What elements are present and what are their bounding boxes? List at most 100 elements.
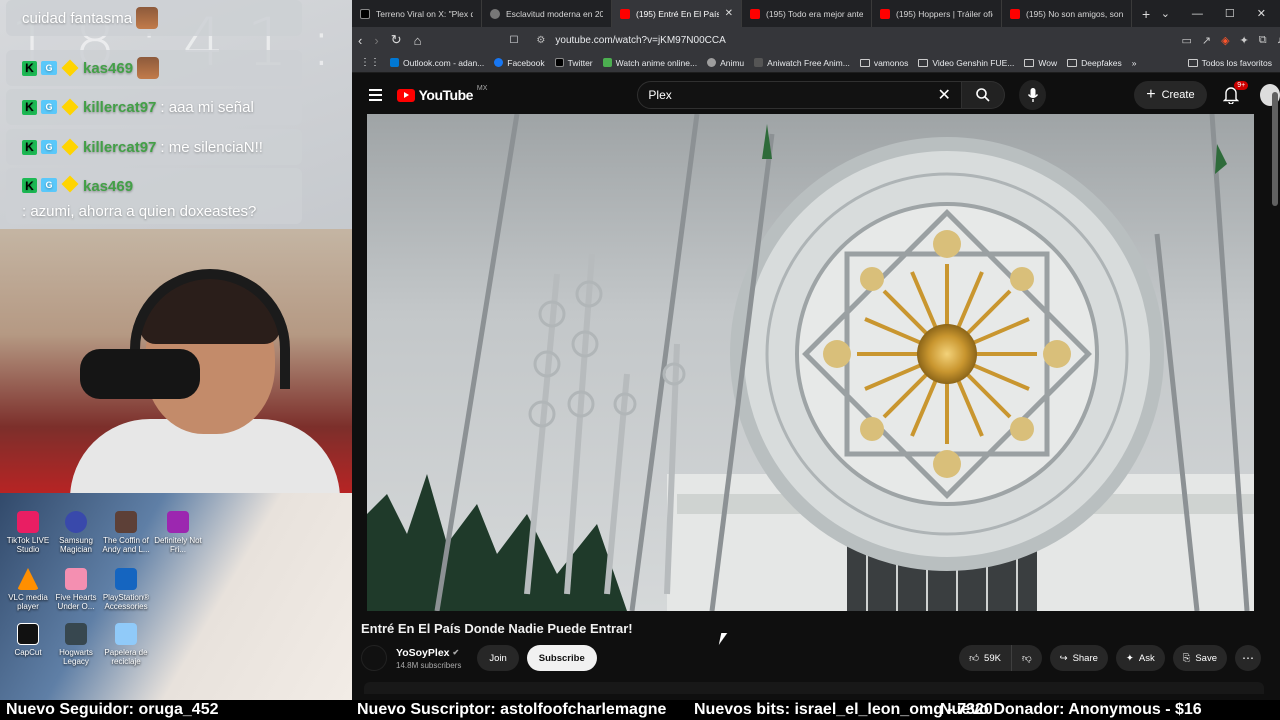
bookmark-item[interactable]: Animu [707, 58, 744, 68]
apps-grid-icon[interactable]: ⋮⋮ [360, 57, 380, 68]
site-info-icon[interactable]: ⚙ [536, 35, 545, 46]
kick-badge-icon: K [22, 178, 37, 193]
new-tab-icon[interactable]: + [1132, 0, 1160, 27]
bookmark-item[interactable]: Watch anime online... [602, 58, 697, 68]
youtube-logo[interactable]: YouTube MX [396, 85, 487, 103]
kick-badge-icon: K [22, 60, 37, 76]
aniwatch-icon [754, 58, 764, 67]
desktop-icon[interactable]: Definitely Not Fri... [150, 511, 206, 554]
browser-tab-active[interactable]: (195) Entré En El País ✕ [612, 0, 742, 27]
join-button[interactable]: Join [477, 645, 519, 671]
page-scrollbar[interactable] [1272, 92, 1278, 206]
bookmark-label: Todos los favoritos [1201, 57, 1272, 68]
music-icon[interactable]: ♫ [1277, 34, 1280, 47]
window-controls: ⌄ — ☐ ✕ [1161, 0, 1280, 27]
ask-button[interactable]: ✦ Ask [1115, 645, 1165, 671]
chat-text: : me silenciaN!! [160, 138, 263, 156]
forward-icon[interactable]: › [374, 33, 378, 48]
microphone-icon [1027, 88, 1038, 102]
browser-tab[interactable]: (195) Hoppers | Tráiler oficia [872, 0, 1002, 27]
share-button[interactable]: ↪ Share [1049, 645, 1108, 671]
menu-icon[interactable] [369, 89, 382, 101]
back-icon[interactable]: ‹ [358, 33, 362, 48]
youtube-icon [620, 8, 630, 19]
close-icon[interactable]: ✕ [1257, 7, 1266, 20]
desktop-icon[interactable]: PlayStation® Accessories [98, 568, 154, 611]
bookmark-folder[interactable]: Video Genshin FUE... [918, 58, 1014, 68]
folder-icon [859, 58, 870, 67]
bookmark-folder[interactable]: Wow [1024, 58, 1057, 68]
outlook-icon [390, 58, 399, 67]
bookmark-item[interactable]: Facebook [494, 57, 545, 68]
dislike-button[interactable]: 👎︎ [1011, 645, 1042, 671]
facebook-icon [494, 58, 504, 67]
desktop-background: TikTok LIVE Studio Samsung Magician The … [0, 493, 352, 700]
browser-tab[interactable]: (195) Todo era mejor antes [742, 0, 872, 27]
video-frame [367, 114, 1254, 611]
bookmark-item[interactable]: Outlook.com - adan... [390, 58, 484, 68]
desktop-icon[interactable]: Papelera de reciclaje [98, 623, 154, 666]
desktop-icon-label: Papelera de reciclaje [104, 648, 148, 666]
desktop-icon-label: Samsung Magician [59, 536, 93, 554]
chat-message: K G killercat97 : me silenciaN!! [6, 129, 302, 165]
notifications-button[interactable]: 9+ [1221, 81, 1249, 107]
voice-search-button[interactable] [1019, 80, 1047, 110]
chat-username: kas469 [83, 178, 134, 195]
video-title: Entré En El País Donde Nadie Puede Entra… [361, 621, 633, 636]
desktop-icon[interactable]: Five Hearts Under O... [48, 568, 104, 611]
youtube-header: YouTube MX ✕ + Create 9+ [352, 74, 1280, 116]
logo-text: YouTube [418, 87, 474, 103]
extension-icon[interactable]: ✦ [1240, 34, 1249, 47]
home-icon[interactable]: ⌂ [414, 33, 422, 48]
desktop-icon[interactable]: Hogwarts Legacy [48, 623, 104, 666]
x-icon [554, 58, 564, 67]
bookmark-icon[interactable]: ☐ [509, 35, 518, 46]
close-tab-icon[interactable]: ✕ [725, 8, 733, 19]
browser-tab[interactable]: Esclavitud moderna en 2024 [482, 0, 612, 27]
more-bookmarks-icon[interactable]: » [1132, 58, 1137, 68]
video-player[interactable] [367, 114, 1254, 611]
minimize-icon[interactable]: — [1192, 8, 1203, 20]
reload-icon[interactable]: ↻ [391, 32, 402, 48]
bookmark-folder[interactable]: vamonos [859, 58, 908, 68]
bookmark-item[interactable]: Twitter [554, 58, 593, 68]
emote-icon [137, 57, 160, 79]
save-button[interactable]: ⎘ Save [1172, 645, 1227, 671]
clear-icon[interactable]: ✕ [938, 85, 951, 105]
chevron-down-icon[interactable]: ⌄ [1161, 7, 1170, 20]
bookmark-icon: ⎘ [1182, 652, 1191, 664]
cast-icon[interactable]: ▭ [1181, 34, 1191, 47]
description-box[interactable] [364, 682, 1264, 694]
browser-tab[interactable]: Terreno Viral on X: "Plex des [352, 0, 482, 27]
address-bar[interactable]: ☐ ⚙ youtube.com/watch?v=jKM97N00CCA [509, 29, 1169, 51]
more-actions-icon[interactable]: ⋯ [1235, 645, 1261, 671]
vlc-icon [17, 568, 39, 590]
browser-tab[interactable]: (195) No son amigos, son h [1002, 0, 1132, 27]
browser-window: Terreno Viral on X: "Plex des Esclavitud… [352, 0, 1280, 700]
bookmark-item[interactable]: Aniwatch Free Anim... [754, 58, 850, 68]
circle-icon [490, 8, 500, 19]
brave-shield-icon[interactable]: ◈ [1221, 34, 1229, 47]
diamond-badge-icon [61, 175, 79, 193]
channel-avatar[interactable] [361, 645, 387, 671]
bookmark-label: Facebook [507, 57, 545, 68]
share-icon[interactable]: ↗ [1202, 34, 1211, 47]
game-icon [167, 511, 189, 533]
channel-name[interactable]: YoSoyPlex ✔ [396, 647, 461, 659]
maximize-icon[interactable]: ☐ [1225, 7, 1235, 20]
puzzle-icon[interactable]: ⧉ [1259, 34, 1267, 47]
desktop-icon[interactable]: The Coffin of Andy and L... [98, 511, 154, 554]
all-bookmarks[interactable]: Todos los favoritos [1187, 57, 1272, 68]
subscribe-button[interactable]: Subscribe [526, 645, 597, 671]
bookmark-folder[interactable]: Deepfakes [1067, 58, 1122, 68]
notification-badge: 9+ [1234, 81, 1249, 90]
desktop-icon[interactable]: Samsung Magician [48, 511, 104, 554]
create-button[interactable]: + Create [1134, 81, 1207, 109]
gifter-badge-icon: G [41, 140, 57, 154]
search-input[interactable]: ✕ [637, 81, 962, 109]
search-field[interactable] [648, 88, 938, 102]
channel-info: YoSoyPlex ✔ 14.8M subscribers [396, 647, 461, 670]
search-button[interactable] [961, 81, 1006, 109]
tab-strip: Terreno Viral on X: "Plex des Esclavitud… [352, 0, 1280, 27]
like-button[interactable]: 👍︎ 59K [959, 645, 1012, 671]
